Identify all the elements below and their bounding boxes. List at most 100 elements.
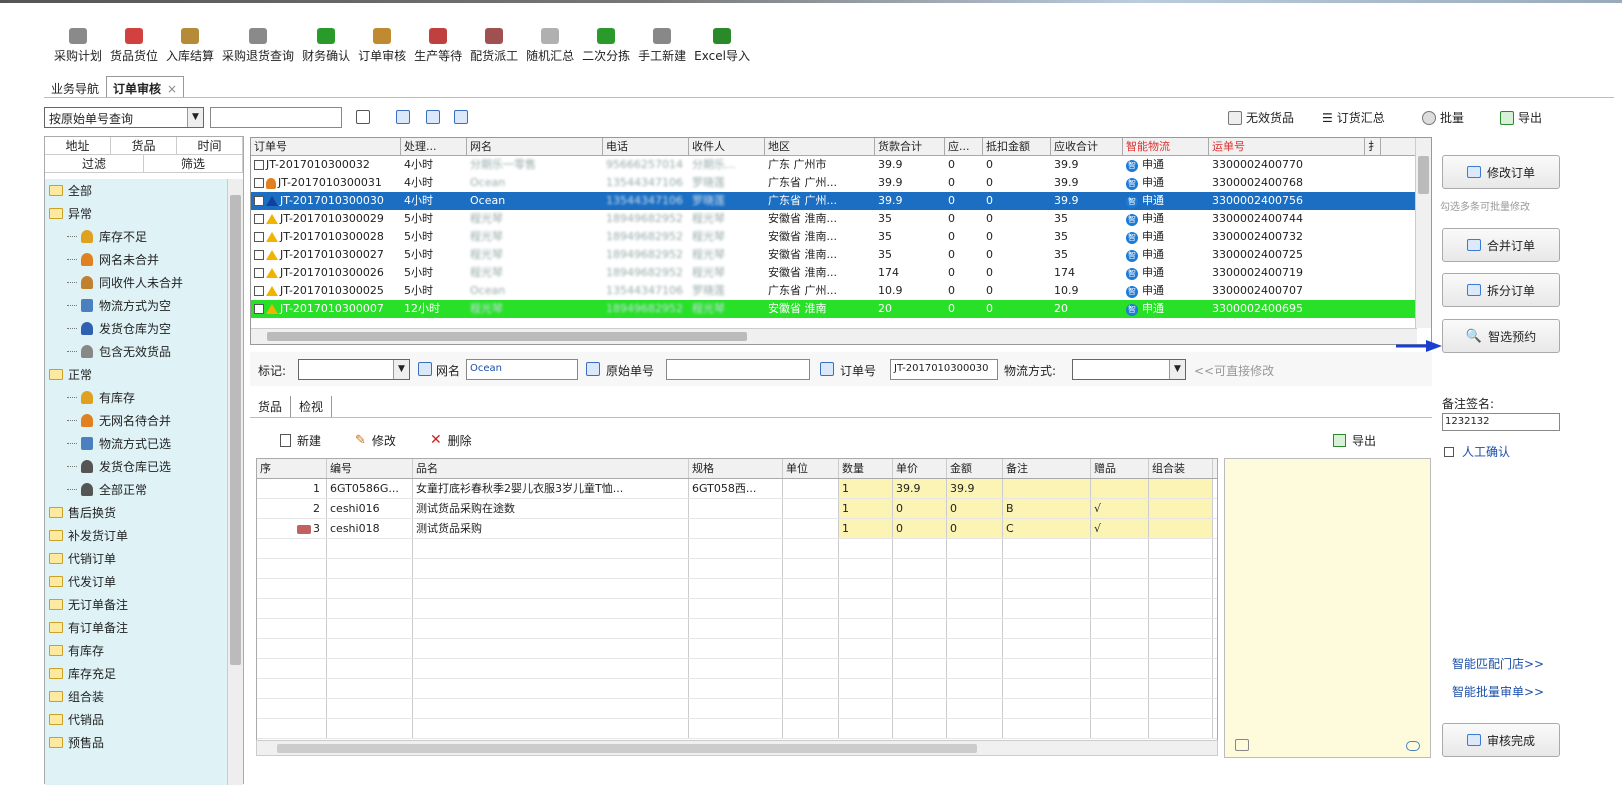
column-header[interactable]: 订单号: [251, 138, 401, 155]
column-header[interactable]: 运单号: [1209, 138, 1365, 155]
column-header[interactable]: 数量: [839, 459, 893, 478]
row-checkbox[interactable]: [254, 250, 264, 260]
column-header[interactable]: 金额: [947, 459, 1003, 478]
export-link[interactable]: 导出: [1500, 109, 1542, 126]
new-button[interactable]: 新建: [280, 432, 321, 449]
copy-icon[interactable]: [418, 362, 432, 376]
doc-filter-icon[interactable]: [454, 110, 468, 124]
edit-button[interactable]: ✎ 修改: [355, 432, 396, 449]
tab-screen[interactable]: 筛选: [144, 155, 243, 172]
toolbar-button-5[interactable]: 财务确认: [298, 28, 354, 70]
detail-row[interactable]: 3 ceshi018 测试货品采购 1 0 0 C √: [257, 519, 1217, 539]
tab-time[interactable]: 时间: [177, 137, 243, 154]
toolbar-button-6[interactable]: 订单审核: [354, 28, 410, 70]
order-row[interactable]: JT-2017010300031 4小时 Ocean 13544347106 罗晓莲 广东…: [251, 174, 1431, 192]
toolbar-button-4[interactable]: 采购退货查询: [218, 28, 298, 70]
doc-next-icon[interactable]: [426, 110, 440, 124]
tree-item[interactable]: 发货仓库已选: [45, 455, 229, 478]
row-checkbox[interactable]: [254, 232, 264, 242]
tree-item[interactable]: 无订单备注: [45, 593, 229, 616]
tab-address[interactable]: 地址: [45, 137, 111, 154]
detail-row[interactable]: 1 6GT0586G... 女童打底衫春秋季2婴儿衣服3岁儿童T恤... 6GT058…: [257, 479, 1217, 499]
column-header[interactable]: 单位: [783, 459, 839, 478]
smart-match-store-link[interactable]: 智能匹配门店>>: [1452, 655, 1544, 672]
detail-export-button[interactable]: 导出: [1332, 432, 1376, 449]
search-go-icon[interactable]: [356, 110, 370, 124]
toolbar-button-1[interactable]: 采购计划: [50, 28, 106, 70]
tree-item[interactable]: 全部: [45, 179, 229, 202]
row-checkbox[interactable]: [254, 178, 264, 188]
toolbar-button-7[interactable]: 生产等待: [410, 28, 466, 70]
tab-goods[interactable]: 货品: [111, 137, 177, 154]
column-header[interactable]: 处理...: [401, 138, 467, 155]
modify-order-button[interactable]: 修改订单: [1442, 155, 1560, 189]
toolbar-button-2[interactable]: 货品货位: [106, 28, 162, 70]
grid-vertical-scrollbar[interactable]: [1415, 138, 1431, 328]
order-row[interactable]: JT-2017010300029 5小时 程光琴 18949682952 程光琴 安徽省 …: [251, 210, 1431, 228]
toolbar-button-3[interactable]: 入库结算: [162, 28, 218, 70]
tree-item[interactable]: 物流方式为空: [45, 294, 229, 317]
tree-item[interactable]: 有库存: [45, 386, 229, 409]
chat-bubble-icon[interactable]: [1406, 741, 1420, 751]
tree-item[interactable]: 网名未合并: [45, 248, 229, 271]
order-row[interactable]: JT-2017010300007 12小时 程光琴 18949682952 程光琴 安徽省…: [251, 300, 1431, 318]
order-row[interactable]: JT-2017010300032 4小时 分期乐一零售 95666257014 分期乐.…: [251, 156, 1431, 174]
order-row[interactable]: JT-2017010300030 4小时 Ocean 13544347106 罗晓莲 广东…: [251, 192, 1431, 210]
column-header[interactable]: 应收合计: [1051, 138, 1123, 155]
tab-filter[interactable]: 过滤: [45, 155, 144, 172]
tree-item[interactable]: 库存充足: [45, 662, 229, 685]
column-header[interactable]: 抵扣金额: [983, 138, 1051, 155]
mark-select[interactable]: ▼: [298, 359, 410, 380]
column-header[interactable]: 扌: [1365, 138, 1381, 155]
row-checkbox[interactable]: [254, 196, 264, 206]
row-checkbox[interactable]: [254, 304, 264, 314]
split-order-button[interactable]: 拆分订单: [1442, 273, 1560, 307]
column-header[interactable]: 地区: [765, 138, 875, 155]
review-complete-button[interactable]: 审核完成: [1442, 723, 1560, 757]
doc-search-icon[interactable]: [396, 110, 410, 124]
tree-item[interactable]: 同收件人未合并: [45, 271, 229, 294]
tab-inspect[interactable]: 检视: [291, 396, 333, 417]
grid-horizontal-scrollbar[interactable]: [251, 328, 1417, 344]
tree-item[interactable]: 代发订单: [45, 570, 229, 593]
tree-item[interactable]: 预售品: [45, 731, 229, 754]
tree-item[interactable]: 包含无效货品: [45, 340, 229, 363]
checkbox[interactable]: [1444, 446, 1454, 457]
scrollbar-thumb[interactable]: [267, 332, 747, 341]
tab-goods-detail[interactable]: 货品: [250, 396, 292, 417]
tree-item[interactable]: 物流方式已选: [45, 432, 229, 455]
query-input[interactable]: [210, 107, 342, 128]
column-header[interactable]: 序: [257, 459, 327, 478]
tree-item[interactable]: 有订单备注: [45, 616, 229, 639]
tree-item[interactable]: 组合装: [45, 685, 229, 708]
row-checkbox[interactable]: [254, 214, 264, 224]
tree-item[interactable]: 发货仓库为空: [45, 317, 229, 340]
tree-item[interactable]: 全部正常: [45, 478, 229, 501]
column-header[interactable]: 赠品: [1091, 459, 1149, 478]
toolbar-button-10[interactable]: 二次分拣: [578, 28, 634, 70]
column-header[interactable]: 编号: [327, 459, 413, 478]
tree-item[interactable]: 无网名待合并: [45, 409, 229, 432]
row-checkbox[interactable]: [254, 160, 264, 170]
scrollbar-thumb[interactable]: [277, 744, 977, 753]
column-header[interactable]: 组合装: [1149, 459, 1213, 478]
tree-item[interactable]: 异常: [45, 202, 229, 225]
tree-item[interactable]: 库存不足: [45, 225, 229, 248]
toolbar-button-11[interactable]: 手工新建: [634, 28, 690, 70]
column-header[interactable]: 网名: [467, 138, 603, 155]
delete-button[interactable]: ✕ 删除: [430, 432, 472, 449]
orig-order-input[interactable]: [666, 359, 810, 380]
order-row[interactable]: JT-2017010300026 5小时 程光琴 18949682952 程光琴 安徽省 …: [251, 264, 1431, 282]
merge-order-button[interactable]: 合并订单: [1442, 228, 1560, 262]
order-row[interactable]: JT-2017010300025 5小时 Ocean 13544347106 罗晓莲 广东…: [251, 282, 1431, 300]
order-summary-link[interactable]: ☰ 订货汇总: [1322, 109, 1385, 126]
column-header[interactable]: 货款合计: [875, 138, 945, 155]
tree-item[interactable]: 代销品: [45, 708, 229, 731]
column-header[interactable]: 备注: [1003, 459, 1091, 478]
tree-scrollbar[interactable]: [227, 179, 243, 785]
tab-order-review[interactable]: 订单审核 ×: [106, 76, 185, 97]
column-header[interactable]: 品名: [413, 459, 689, 478]
manual-confirm-checkbox[interactable]: 人工确认: [1444, 443, 1510, 460]
detail-horizontal-scrollbar[interactable]: [256, 740, 1218, 756]
scrollbar-thumb[interactable]: [1418, 156, 1429, 194]
